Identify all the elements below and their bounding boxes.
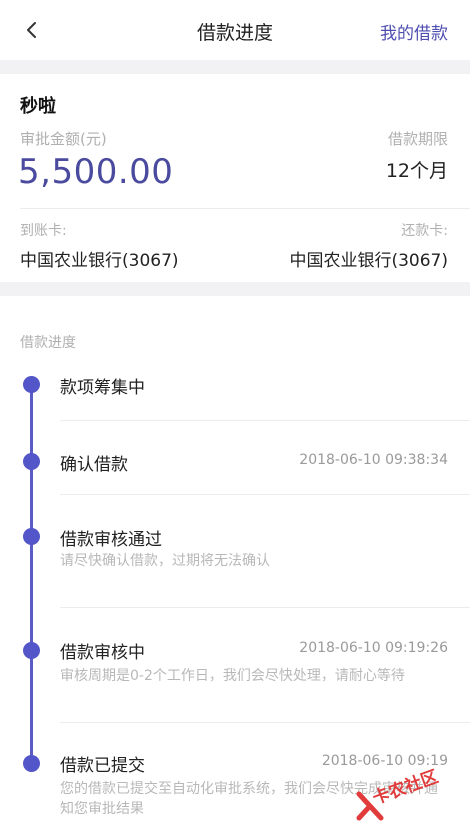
timeline-dot-icon [23,528,40,545]
term-label: 借款期限 [387,130,448,148]
amount-label: 审批金额(元) [20,130,107,148]
divider [60,722,470,723]
watermark-text: 卡农社区 [370,766,441,809]
timeline-dot-icon [23,642,40,659]
approved-amount: 5,500.00 [18,152,174,192]
section-title: 借款进度 [20,335,76,351]
step-title: 款项筹集中 [60,378,145,398]
timeline-dot-icon [23,376,40,393]
loan-term: 12个月 [385,160,448,182]
loan-summary-card: 秒啦 审批金额(元) 借款期限 5,500.00 12个月 到账卡: 还款卡: … [0,74,470,282]
timeline-line [30,384,33,762]
timeline-dot-icon [23,755,40,772]
step-title: 借款已提交 [60,756,145,776]
repay-card: 中国农业银行(3067) [289,251,448,271]
step-time: 2018-06-10 09:38:34 [299,452,448,468]
loan-progress-section: 借款进度 款项筹集中 确认借款 2018-06-10 09:38:34 借款审核… [0,296,470,834]
timeline-dot-icon [23,453,40,470]
step-title: 确认借款 [60,455,128,475]
step-title: 借款审核通过 [60,530,162,550]
divider [60,607,470,608]
step-description: 请尽快确认借款，过期将无法确认 [60,553,270,569]
step-title: 借款审核中 [60,643,145,663]
arrive-card-label: 到账卡: [20,223,67,239]
arrive-card: 中国农业银行(3067) [20,251,179,271]
watermark-logo: 卡农社区 [355,767,470,830]
nav-bar: 借款进度 我的借款 [0,0,470,60]
product-name: 秒啦 [20,96,56,117]
divider [60,420,470,421]
step-description: 审核周期是0-2个工作日，我们会尽快处理，请耐心等待 [60,668,405,684]
divider [20,208,470,209]
divider [60,494,470,495]
repay-card-label: 还款卡: [401,223,448,239]
my-loans-link[interactable]: 我的借款 [380,19,448,44]
step-time: 2018-06-10 09:19:26 [299,640,448,656]
